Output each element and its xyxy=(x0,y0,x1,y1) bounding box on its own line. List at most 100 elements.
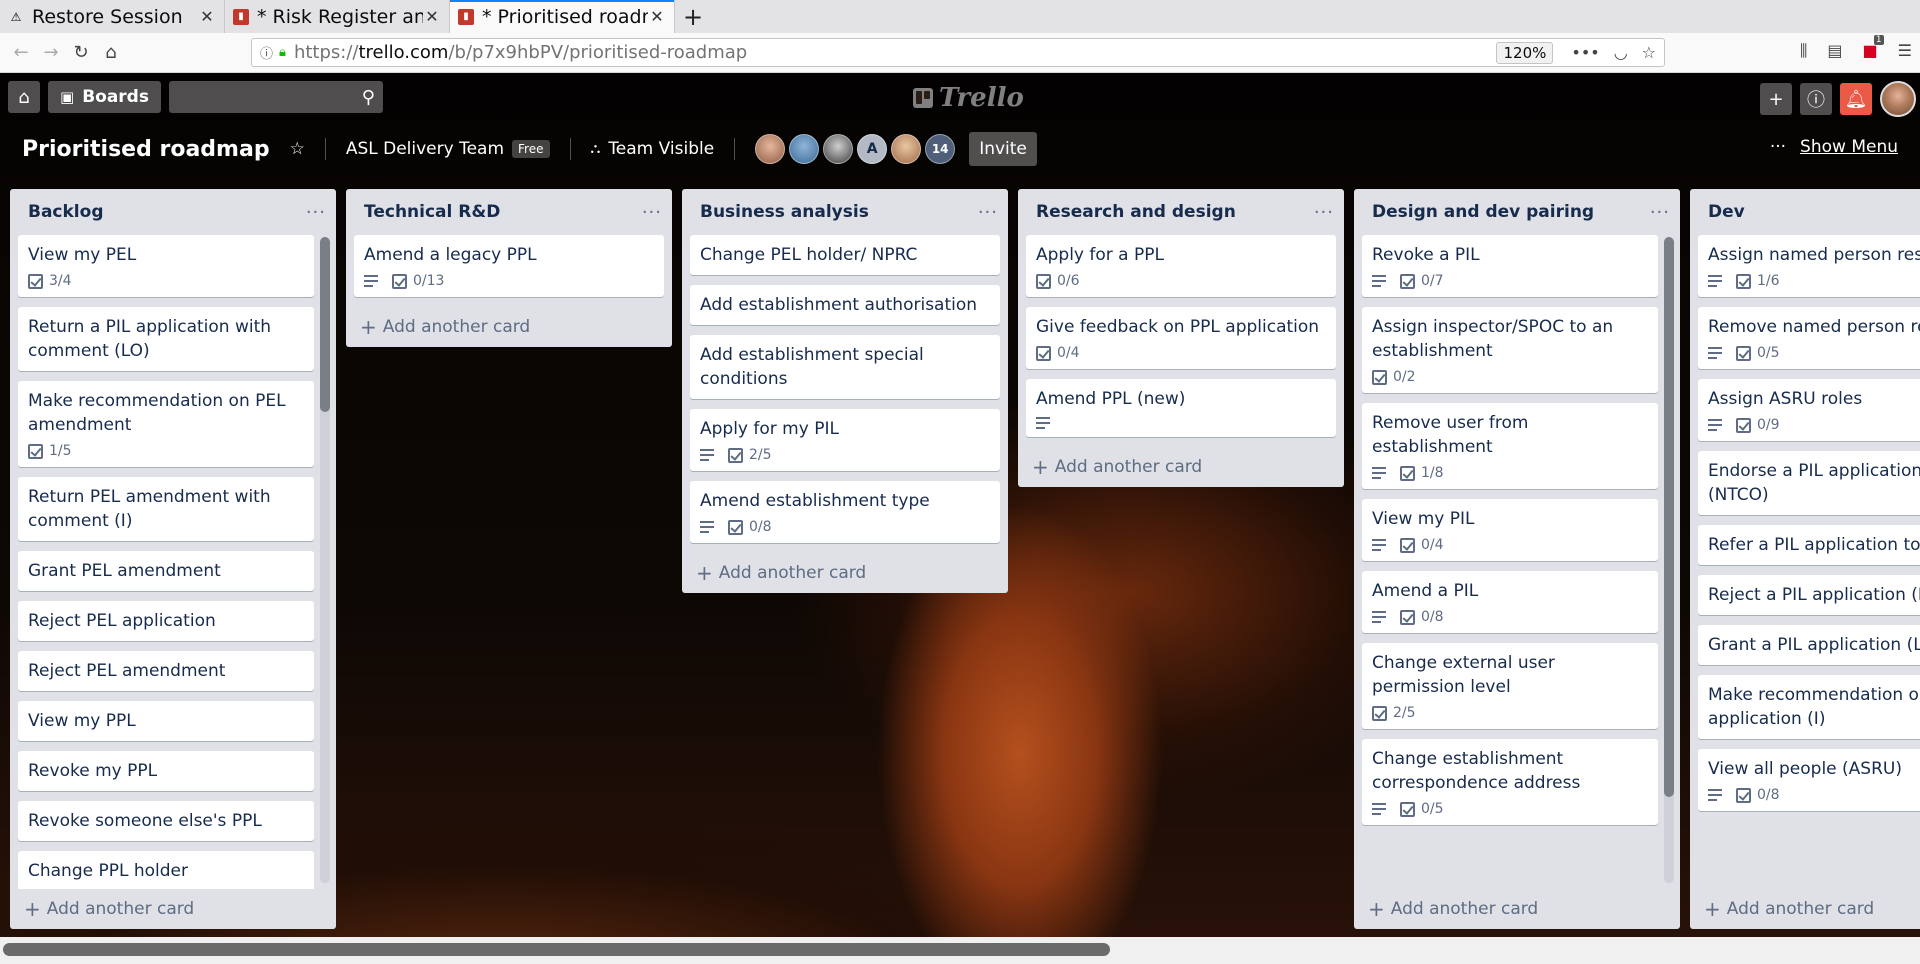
card[interactable]: Grant PEL amendment xyxy=(18,551,314,591)
card[interactable]: View all people (ASRU) 0/8 xyxy=(1698,749,1920,811)
search-input[interactable]: ⚲ xyxy=(168,81,383,113)
card[interactable]: Revoke a PIL 0/7 xyxy=(1362,235,1658,297)
card[interactable]: Assign ASRU roles 0/9 xyxy=(1698,379,1920,441)
card[interactable]: Assign named person respon 1/6 xyxy=(1698,235,1920,297)
add-card-button[interactable]: + Add another card xyxy=(682,553,1008,593)
url-text[interactable]: https://trello.com/b/p7x9hbPV/prioritise… xyxy=(294,42,1497,63)
home-button[interactable]: ⌂ xyxy=(8,81,40,113)
board-title[interactable]: Prioritised roadmap xyxy=(22,137,270,162)
pocket-icon[interactable]: ◡ xyxy=(1614,43,1628,62)
member-avatar[interactable] xyxy=(789,134,820,164)
member-avatar-initial[interactable]: A xyxy=(857,134,888,164)
invite-button[interactable]: Invite xyxy=(969,132,1037,166)
list-menu-icon[interactable]: ··· xyxy=(978,202,998,223)
info-icon[interactable]: ⓘ xyxy=(260,43,273,62)
scrollbar-thumb[interactable] xyxy=(320,237,330,412)
browser-tab-risk-register[interactable]: ▮ * Risk Register and ✕ xyxy=(225,0,450,33)
card[interactable]: Change establishment correspondence addr… xyxy=(1362,739,1658,825)
card[interactable]: Return a PIL application with comment (L… xyxy=(18,307,314,371)
show-menu-button[interactable]: ··· Show Menu xyxy=(1770,137,1898,157)
card[interactable]: Change PEL holder/ NPRC xyxy=(690,235,1000,275)
card[interactable]: Remove user from establishment 1/8 xyxy=(1362,403,1658,489)
close-tab-icon[interactable]: ✕ xyxy=(198,7,216,26)
card[interactable]: Apply for my PIL 2/5 xyxy=(690,409,1000,471)
card[interactable]: Grant a PIL application (LO) xyxy=(1698,625,1920,665)
card[interactable]: Change external user permission level 2/5 xyxy=(1362,643,1658,729)
forward-arrow-icon[interactable]: → xyxy=(36,38,66,68)
card[interactable]: Refer a PIL application to an (LO) xyxy=(1698,525,1920,565)
scrollbar-thumb[interactable] xyxy=(3,943,1110,956)
bookmark-star-icon[interactable]: ☆ xyxy=(1642,43,1656,62)
card[interactable]: Endorse a PIL application/am (NTCO) xyxy=(1698,451,1920,515)
card[interactable]: View my PIL 0/4 xyxy=(1362,499,1658,561)
list-title[interactable]: Business analysis xyxy=(700,202,869,222)
card[interactable]: Assign inspector/SPOC to an establishmen… xyxy=(1362,307,1658,393)
card[interactable]: Apply for a PPL 0/6 xyxy=(1026,235,1336,297)
add-card-button[interactable]: + Add another card xyxy=(1018,447,1344,487)
url-bar[interactable]: ⓘ 🔒︎ https://trello.com/b/p7x9hbPV/prior… xyxy=(251,38,1665,67)
add-card-button[interactable]: + Add another card xyxy=(10,889,336,929)
boards-button[interactable]: ▣ Boards xyxy=(48,81,161,113)
back-arrow-icon[interactable]: ← xyxy=(6,38,36,68)
sidebar-icon[interactable]: ▤ xyxy=(1827,41,1842,61)
add-card-button[interactable]: + Add another card xyxy=(1690,889,1920,929)
list-title[interactable]: Dev xyxy=(1708,202,1745,222)
member-avatar[interactable] xyxy=(755,134,786,164)
reload-icon[interactable]: ↻ xyxy=(66,38,96,68)
card[interactable]: Reject PEL amendment xyxy=(18,651,314,691)
star-board-button[interactable]: ☆ xyxy=(290,139,305,159)
card[interactable]: Amend a PIL 0/8 xyxy=(1362,571,1658,633)
card[interactable]: Revoke my PPL xyxy=(18,751,314,791)
create-button[interactable]: + xyxy=(1760,83,1792,115)
list-scrollbar[interactable] xyxy=(320,237,330,883)
add-card-button[interactable]: + Add another card xyxy=(346,307,672,347)
add-card-button[interactable]: + Add another card xyxy=(1354,889,1680,929)
list-menu-icon[interactable]: ··· xyxy=(1650,202,1670,223)
notifications-button[interactable]: 🔔︎ xyxy=(1840,83,1872,115)
list-title[interactable]: Backlog xyxy=(28,202,104,222)
card[interactable]: Give feedback on PPL application 0/4 xyxy=(1026,307,1336,369)
browser-tab-prioritised-roadmap[interactable]: ▮ * Prioritised roadmap ✕ xyxy=(450,0,675,33)
visibility-button[interactable]: ⛬ Team Visible xyxy=(591,139,715,159)
new-tab-button[interactable]: + xyxy=(675,0,711,33)
card[interactable]: View my PPL xyxy=(18,701,314,741)
extension-icon[interactable]: ■ 1 xyxy=(1863,35,1884,61)
info-button[interactable]: ⓘ xyxy=(1800,83,1832,115)
card[interactable]: Reject a PIL application (LO) xyxy=(1698,575,1920,615)
member-avatar[interactable] xyxy=(891,134,922,164)
card[interactable]: Amend PPL (new) xyxy=(1026,379,1336,437)
card[interactable]: Amend a legacy PPL 0/13 xyxy=(354,235,664,297)
user-avatar[interactable] xyxy=(1880,81,1916,117)
trello-logo[interactable]: Trello xyxy=(913,83,1024,113)
card[interactable]: View my PEL 3/4 xyxy=(18,235,314,297)
browser-tab-restore-session[interactable]: ⚠ Restore Session ✕ xyxy=(0,0,225,33)
card[interactable]: Make recommendation on PEL amendment 1/5 xyxy=(18,381,314,467)
home-icon[interactable]: ⌂ xyxy=(96,38,126,68)
list-scrollbar[interactable] xyxy=(1664,237,1674,883)
list-title[interactable]: Research and design xyxy=(1036,202,1236,222)
member-avatar[interactable] xyxy=(823,134,854,164)
page-actions-icon[interactable]: ••• xyxy=(1571,43,1599,62)
library-icon[interactable]: ⫼ xyxy=(1800,41,1807,61)
scrollbar-thumb[interactable] xyxy=(1664,237,1674,797)
hamburger-menu-icon[interactable]: ☰ xyxy=(1898,41,1912,61)
list-menu-icon[interactable]: ··· xyxy=(642,202,662,223)
card[interactable]: Change PPL holder xyxy=(18,851,314,889)
card[interactable]: Remove named person respo 0/5 xyxy=(1698,307,1920,369)
zoom-level-button[interactable]: 120% xyxy=(1496,41,1554,64)
card[interactable]: Make recommendation on re application (I… xyxy=(1698,675,1920,739)
more-members-count[interactable]: 14 xyxy=(925,134,956,164)
horizontal-scrollbar[interactable] xyxy=(0,937,1920,964)
team-button[interactable]: ASL Delivery Team Free xyxy=(346,139,550,159)
list-menu-icon[interactable]: ··· xyxy=(306,202,326,223)
close-tab-icon[interactable]: ✕ xyxy=(648,7,666,26)
card[interactable]: Revoke someone else's PPL xyxy=(18,801,314,841)
list-title[interactable]: Design and dev pairing xyxy=(1372,202,1594,222)
card[interactable]: Add establishment special conditions xyxy=(690,335,1000,399)
card[interactable]: Amend establishment type 0/8 xyxy=(690,481,1000,543)
card[interactable]: Return PEL amendment with comment (I) xyxy=(18,477,314,541)
list-title[interactable]: Technical R&D xyxy=(364,202,500,222)
card[interactable]: Reject PEL application xyxy=(18,601,314,641)
list-menu-icon[interactable]: ··· xyxy=(1314,202,1334,223)
close-tab-icon[interactable]: ✕ xyxy=(423,7,441,26)
